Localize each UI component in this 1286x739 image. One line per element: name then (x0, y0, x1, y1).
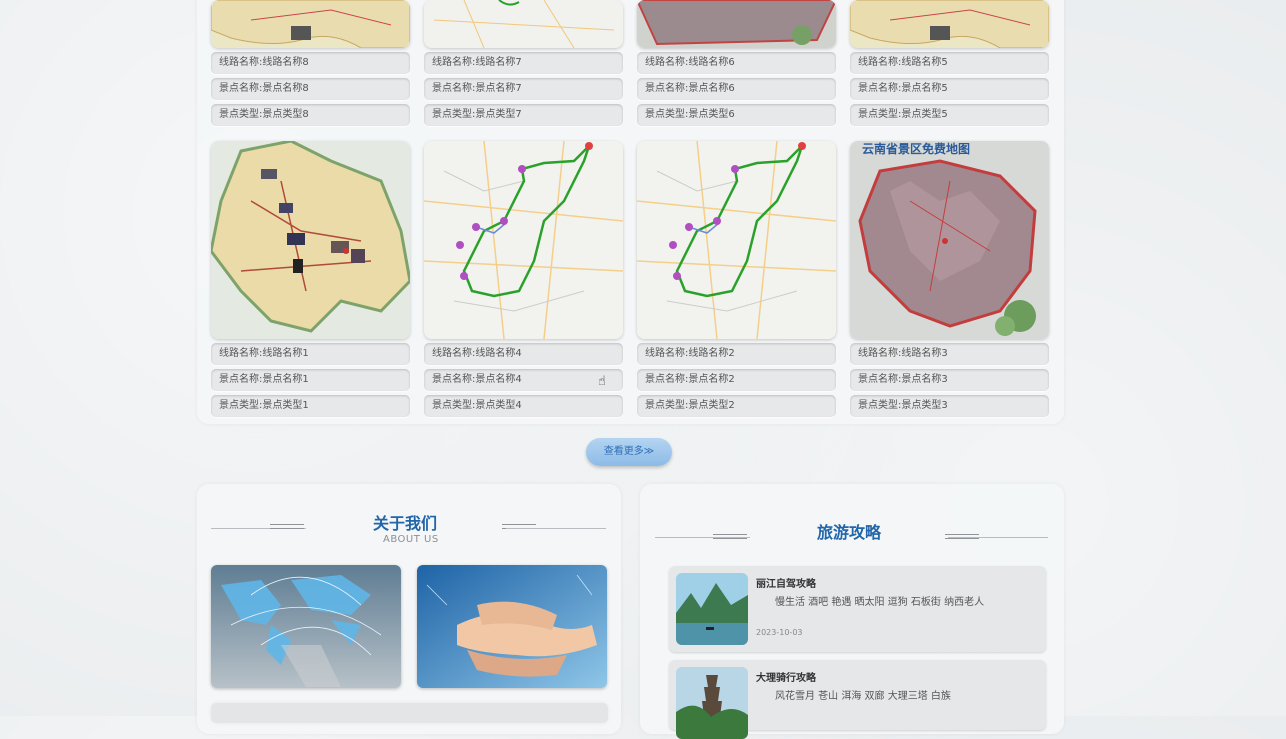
route-card-5[interactable]: 线路名称:线路名称5 景点名称:景点名称5 景点类型:景点类型5 (850, 0, 1049, 126)
spot-name: 景点名称:景点名称6 (637, 78, 836, 100)
spot-type: 景点类型:景点类型1 (211, 395, 410, 417)
map-banner-text: 云南省景区免费地图 (862, 141, 970, 156)
about-subtitle: ABOUT US (383, 534, 439, 545)
spot-name: 景点名称:景点名称2 (637, 369, 836, 391)
route-card-7[interactable]: 线路名称:线路名称7 景点名称:景点名称7 景点类型:景点类型7 (424, 0, 623, 126)
spot-name: 景点名称:景点名称8 (211, 78, 410, 100)
spot-type: 景点类型:景点类型8 (211, 104, 410, 126)
divider-line (948, 537, 1048, 538)
route-name: 线路名称:线路名称6 (637, 52, 836, 74)
view-more-button[interactable]: 查看更多≫ (586, 438, 672, 466)
spot-type: 景点类型:景点类型7 (424, 104, 623, 126)
route-card-1[interactable]: 线路名称:线路名称1 景点名称:景点名称1 景点类型:景点类型1 (211, 141, 410, 417)
route-map-image[interactable] (850, 0, 1049, 48)
guide-description: 慢生活 酒吧 艳遇 晒太阳 逗狗 石板街 纳西老人 (775, 597, 985, 608)
guide-date: 2023-10-03 (756, 628, 803, 637)
route-map-image[interactable] (211, 141, 410, 339)
route-name: 线路名称:线路名称2 (637, 343, 836, 365)
hand-cursor-icon: ☝ (598, 374, 606, 389)
route-card-6[interactable]: 线路名称:线路名称6 景点名称:景点名称6 景点类型:景点类型6 (637, 0, 836, 126)
route-name: 线路名称:线路名称7 (424, 52, 623, 74)
spot-name: 景点名称:景点名称4 (424, 369, 623, 391)
about-content-strip (211, 703, 608, 723)
route-map-image[interactable] (637, 141, 836, 339)
spot-name: 景点名称:景点名称1 (211, 369, 410, 391)
route-name: 线路名称:线路名称3 (850, 343, 1049, 365)
route-map-image[interactable] (424, 141, 623, 339)
route-card-2[interactable]: 线路名称:线路名称2 景点名称:景点名称2 景点类型:景点类型2 (637, 141, 836, 417)
divider-line (506, 528, 606, 529)
divider-dash (713, 534, 747, 539)
route-map-image[interactable] (424, 0, 623, 48)
spot-name: 景点名称:景点名称3 (850, 369, 1049, 391)
spot-type: 景点类型:景点类型3 (850, 395, 1049, 417)
route-card-4[interactable]: 线路名称:线路名称4 景点名称:景点名称4 景点类型:景点类型4 (424, 141, 623, 417)
guide-thumbnail[interactable] (676, 667, 748, 739)
route-name: 线路名称:线路名称1 (211, 343, 410, 365)
route-name: 线路名称:线路名称8 (211, 52, 410, 74)
spot-type: 景点类型:景点类型6 (637, 104, 836, 126)
spot-type: 景点类型:景点类型2 (637, 395, 836, 417)
route-name: 线路名称:线路名称4 (424, 343, 623, 365)
spot-name: 景点名称:景点名称5 (850, 78, 1049, 100)
about-title: 关于我们 (373, 514, 438, 533)
divider-dash (270, 524, 304, 529)
route-card-8[interactable]: 线路名称:线路名称8 景点名称:景点名称8 景点类型:景点类型8 (211, 0, 410, 126)
route-name: 线路名称:线路名称5 (850, 52, 1049, 74)
guide-item[interactable]: 丽江自驾攻略 慢生活 酒吧 艳遇 晒太阳 逗狗 石板街 纳西老人 2023-10… (669, 566, 1046, 652)
spot-name: 景点名称:景点名称7 (424, 78, 623, 100)
spot-type: 景点类型:景点类型4 (424, 395, 623, 417)
route-map-image[interactable] (637, 0, 836, 48)
route-map-image[interactable]: 云南省景区免费地图 (850, 141, 1049, 339)
guide-item[interactable]: 大理骑行攻略 风花雪月 苍山 洱海 双廊 大理三塔 白族 (669, 660, 1046, 739)
guide-thumbnail[interactable] (676, 573, 748, 645)
spot-type: 景点类型:景点类型5 (850, 104, 1049, 126)
handshake-photo (417, 565, 607, 688)
guides-title: 旅游攻略 (817, 523, 882, 542)
guide-title[interactable]: 丽江自驾攻略 (756, 575, 816, 590)
guide-description: 风花雪月 苍山 洱海 双廊 大理三塔 白族 (775, 691, 951, 702)
world-map-photo (211, 565, 401, 688)
guide-title[interactable]: 大理骑行攻略 (756, 669, 816, 684)
route-map-image[interactable] (211, 0, 410, 48)
route-card-3[interactable]: 云南省景区免费地图 线路名称:线路名称3 景点名称:景点名称3 景点类型:景点类… (850, 141, 1049, 417)
